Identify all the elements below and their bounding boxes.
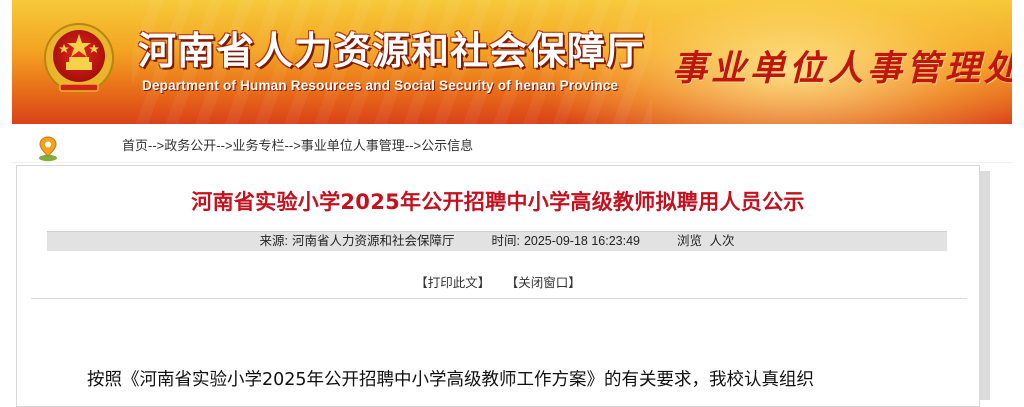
print-article-link[interactable]: 【打印此文】 bbox=[415, 276, 490, 290]
breadcrumb-government-affairs[interactable]: 政务公开 bbox=[164, 138, 216, 153]
meta-time-label: 时间: bbox=[491, 234, 520, 248]
breadcrumb-separator: --> bbox=[216, 138, 233, 153]
location-pin-icon bbox=[39, 136, 57, 162]
national-emblem-icon bbox=[44, 23, 114, 93]
department-name: 事业单位人事管理处 bbox=[672, 48, 1012, 89]
article-panel: 河南省实验小学2025年公开招聘中小学高级教师拟聘用人员公示 来源: 河南省人力资… bbox=[16, 165, 980, 407]
breadcrumb-personnel-management[interactable]: 事业单位人事管理 bbox=[301, 138, 405, 153]
meta-views-label: 浏览 bbox=[676, 234, 702, 248]
breadcrumb-separator: --> bbox=[404, 138, 422, 153]
site-title-cn: 河南省人力资源和社会保障厅 bbox=[138, 28, 646, 73]
article-meta-bar: 来源: 河南省人力资源和社会保障厅 时间: 2025-09-18 16:23:49 … bbox=[47, 231, 947, 251]
meta-time-value: 2025-09-18 16:23:49 bbox=[523, 234, 641, 248]
panel-shadow bbox=[980, 171, 990, 400]
breadcrumb-separator: --> bbox=[284, 138, 301, 153]
breadcrumb-row: 首页-->政务公开-->业务专栏-->事业单位人事管理-->公示信息 bbox=[12, 124, 1012, 163]
close-window-link[interactable]: 【关闭窗口】 bbox=[506, 276, 581, 290]
breadcrumb-announcements[interactable]: 公示信息 bbox=[421, 138, 473, 153]
article-body-paragraph: 按照《河南省实验小学2025年公开招聘中小学高级教师工作方案》的有关要求，我校认… bbox=[87, 370, 815, 390]
breadcrumb-home[interactable]: 首页 bbox=[122, 138, 148, 153]
breadcrumb-business-column[interactable]: 业务专栏 bbox=[233, 138, 285, 153]
content-divider bbox=[31, 298, 967, 299]
article-actions: 【打印此文】 【关闭窗口】 bbox=[17, 272, 979, 291]
site-title-en: Department of Human Resources and Social… bbox=[142, 78, 619, 93]
breadcrumb-separator: --> bbox=[148, 138, 165, 153]
site-banner: 河南省人力资源和社会保障厅 Department of Human Resour… bbox=[12, 0, 1012, 124]
meta-views-unit: 人次 bbox=[709, 234, 735, 248]
breadcrumb: 首页-->政务公开-->业务专栏-->事业单位人事管理-->公示信息 bbox=[122, 135, 473, 154]
article-title: 河南省实验小学2025年公开招聘中小学高级教师拟聘用人员公示 bbox=[191, 190, 805, 214]
meta-source-value: 河南省人力资源和社会保障厅 bbox=[291, 234, 455, 248]
meta-source-label: 来源: bbox=[259, 234, 288, 248]
